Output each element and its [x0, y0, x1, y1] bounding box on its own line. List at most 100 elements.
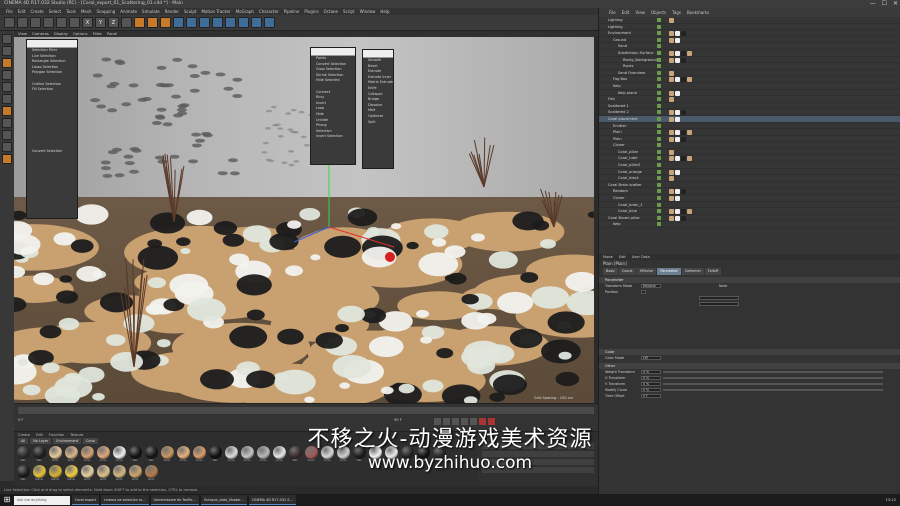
undo-icon[interactable] — [4, 17, 15, 28]
edges-mode-icon[interactable] — [2, 46, 12, 56]
visibility-icon[interactable] — [657, 70, 661, 75]
visibility-icon[interactable] — [657, 143, 661, 148]
autokey-icon[interactable] — [488, 418, 495, 425]
windows-start-icon[interactable]: ⊞ — [2, 495, 12, 505]
model-mode-icon[interactable] — [2, 70, 12, 80]
visibility-icon[interactable] — [657, 196, 661, 201]
material-swatch[interactable]: Coral — [192, 446, 206, 463]
render-settings-icon[interactable] — [160, 17, 171, 28]
tag-icon[interactable] — [669, 70, 674, 76]
visibility-icon[interactable] — [657, 44, 661, 49]
material-swatch[interactable]: Sand — [48, 446, 62, 463]
render-view-icon[interactable] — [134, 17, 145, 28]
tag-icon[interactable] — [681, 110, 686, 116]
weight-slider[interactable] — [663, 371, 883, 373]
tag-icon[interactable] — [675, 116, 680, 122]
material-swatch[interactable]: Mat — [32, 446, 46, 463]
tag-icon[interactable] — [681, 136, 686, 142]
visibility-icon[interactable] — [657, 176, 661, 181]
material-tab[interactable]: All — [18, 438, 29, 444]
frame-end[interactable]: 90 F — [394, 418, 402, 422]
pen-icon[interactable] — [186, 17, 197, 28]
viewport-solo-icon[interactable] — [2, 154, 12, 164]
object-row[interactable]: Subdivision Surface — [599, 50, 900, 57]
tag-icon[interactable] — [669, 176, 674, 182]
object-menu-objects[interactable]: Objects — [651, 8, 666, 17]
visibility-icon[interactable] — [657, 123, 661, 128]
tag-icon[interactable] — [669, 196, 674, 202]
tag-icon[interactable] — [675, 57, 680, 63]
visibility-icon[interactable] — [657, 209, 661, 214]
visibility-icon[interactable] — [657, 182, 661, 187]
taskbar-task[interactable]: Gemeinsame de Tarifle... — [150, 495, 199, 505]
tag-icon[interactable] — [675, 90, 680, 96]
rotate-icon[interactable] — [69, 17, 80, 28]
material-swatch[interactable]: Coral — [96, 446, 110, 463]
material-swatch[interactable]: Sand — [64, 446, 78, 463]
object-row[interactable]: Coral_tube — [599, 155, 900, 163]
material-swatch[interactable]: Coral — [176, 446, 190, 463]
maximize-button[interactable]: ☐ — [882, 0, 887, 8]
menu-item-snapping[interactable]: Snapping — [96, 8, 115, 15]
tag-icon[interactable] — [675, 31, 680, 37]
viewport-perspective[interactable]: Grid Spacing : 100 cm Selection Filter Li… — [14, 37, 594, 403]
object-row[interactable]: Coral Brown pillar — [599, 215, 900, 222]
tag-icon[interactable] — [681, 31, 686, 37]
tag-icon[interactable] — [687, 130, 692, 136]
visibility-icon[interactable] — [657, 156, 661, 161]
material-swatch[interactable]: Sand — [144, 465, 158, 482]
tag-icon[interactable] — [675, 110, 680, 116]
object-row[interactable]: Kelp plane — [599, 90, 900, 97]
attribute-tab-deformer[interactable]: Deformer — [681, 268, 705, 275]
material-swatch[interactable]: Yellow — [32, 465, 46, 482]
tag-icon[interactable] — [669, 97, 674, 103]
tag-icon[interactable] — [669, 110, 674, 116]
object-menu-tags[interactable]: Tags — [672, 8, 681, 17]
taskbar-search-input[interactable]: Ask me anything — [14, 495, 70, 505]
menu-item-file[interactable]: File — [6, 8, 13, 15]
frame-start[interactable]: 0 F — [18, 418, 24, 422]
select-icon[interactable] — [30, 17, 41, 28]
object-menu-file[interactable]: File — [609, 8, 616, 17]
play-icon[interactable] — [452, 418, 459, 425]
taskbar-task[interactable]: cinema ae selection m... — [100, 495, 149, 505]
object-row[interactable]: Rocky_Background — [599, 57, 900, 64]
clone-slider[interactable] — [663, 389, 883, 391]
material-swatch[interactable]: Yellow — [48, 465, 62, 482]
tag-icon[interactable] — [675, 130, 680, 136]
close-button[interactable]: ✕ — [893, 0, 898, 8]
tag-icon[interactable] — [669, 136, 674, 142]
object-row[interactable]: Coral placement — [599, 115, 900, 123]
tag-icon[interactable] — [669, 156, 674, 162]
menu-item-help[interactable]: Help — [380, 8, 389, 15]
material-swatch[interactable]: Sand — [80, 465, 94, 482]
tag-icon[interactable] — [669, 130, 674, 136]
scale-icon[interactable] — [56, 17, 67, 28]
y-icon[interactable]: Y — [95, 17, 106, 28]
material-swatch[interactable]: Mat — [144, 446, 158, 463]
object-row[interactable]: Environment — [599, 30, 900, 37]
material-swatch[interactable]: Sand — [160, 446, 174, 463]
object-row[interactable]: Cloner — [599, 195, 900, 202]
tag-icon[interactable] — [669, 57, 674, 63]
material-swatch[interactable]: Coral — [240, 446, 254, 463]
tag-icon[interactable] — [675, 136, 680, 142]
visibility-icon[interactable] — [657, 215, 661, 220]
minimize-button[interactable]: — — [870, 0, 876, 8]
object-menu-view[interactable]: View — [635, 8, 645, 17]
object-row[interactable]: Fish — [599, 96, 900, 103]
record-icon[interactable] — [479, 418, 486, 425]
position-checkbox[interactable] — [641, 290, 646, 294]
texture-mode-icon[interactable] — [2, 82, 12, 92]
tag-icon[interactable] — [669, 50, 674, 56]
menu-item-pipeline[interactable]: Pipeline — [284, 8, 300, 15]
move-icon[interactable] — [43, 17, 54, 28]
visibility-icon[interactable] — [657, 169, 661, 174]
tag-icon[interactable] — [681, 215, 686, 221]
tag-icon[interactable] — [669, 116, 674, 122]
tag-icon[interactable] — [669, 209, 674, 215]
visibility-icon[interactable] — [657, 90, 661, 95]
render-icon[interactable] — [147, 17, 158, 28]
tag-icon[interactable] — [675, 196, 680, 202]
visibility-icon[interactable] — [657, 83, 661, 88]
